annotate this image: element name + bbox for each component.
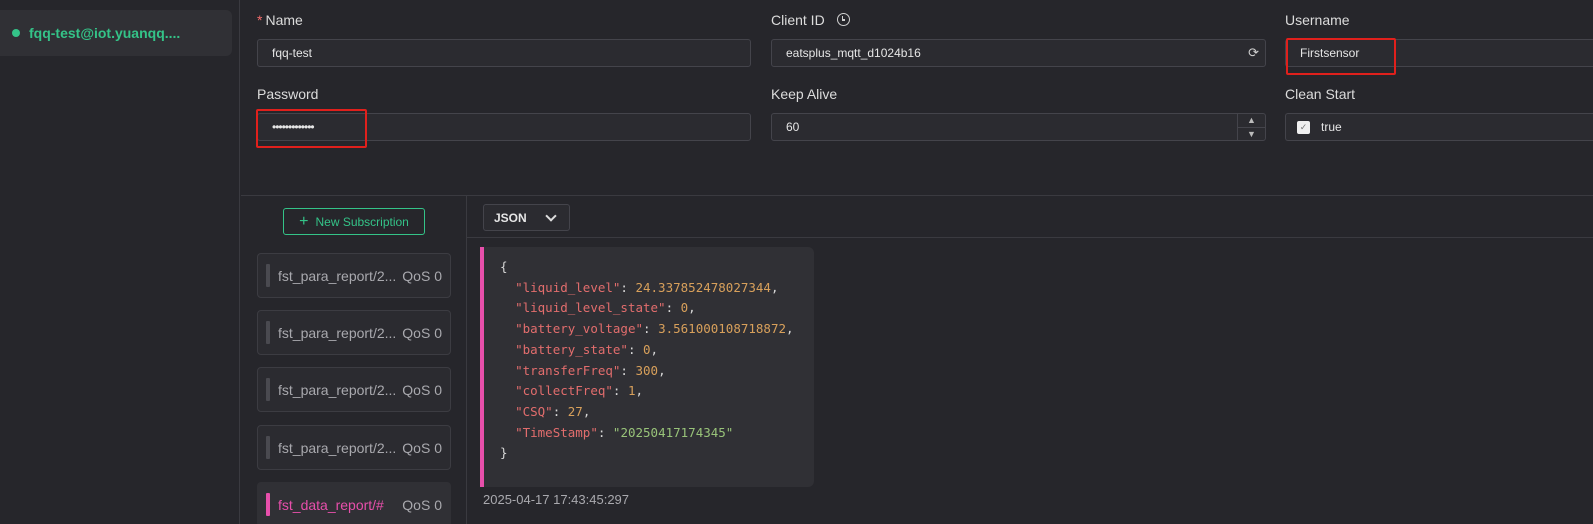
clean-start-checkbox-field[interactable]: ✓ true	[1285, 113, 1593, 141]
connection-item[interactable]: fqq-test@iot.yuanqq....	[0, 10, 232, 56]
subscription-color-bar	[266, 378, 270, 401]
connected-status-dot	[12, 29, 20, 37]
highlight-box-username	[1286, 38, 1396, 75]
connection-form: * Name fqq-test Client ID eatsplus_mqtt_d…	[241, 0, 1593, 194]
chevron-down-icon	[545, 210, 557, 222]
client-id-label: Client ID	[771, 12, 850, 28]
subscription-item[interactable]: fst_para_report/2... QoS 0	[257, 367, 451, 412]
connections-sidebar: fqq-test@iot.yuanqq....	[0, 0, 240, 524]
keep-alive-input[interactable]: 60 ▲ ▼	[771, 113, 1266, 141]
required-asterisk: *	[257, 12, 263, 28]
message-card: { "liquid_level": 24.337852478027344, "l…	[480, 247, 814, 487]
subscription-item[interactable]: fst_para_report/2... QoS 0	[257, 310, 451, 355]
decrement-icon[interactable]: ▼	[1238, 128, 1265, 141]
subscription-qos: QoS 0	[402, 381, 442, 398]
subscription-item-active[interactable]: fst_data_report/# QoS 0	[257, 482, 451, 524]
messages-toolbar: JSON	[467, 196, 1593, 238]
refresh-icon[interactable]: ⟳	[1248, 46, 1259, 60]
client-id-input[interactable]: eatsplus_mqtt_d1024b16 ⟳	[771, 39, 1266, 67]
subscription-qos: QoS 0	[402, 439, 442, 456]
password-label: Password	[257, 86, 319, 102]
subscription-item[interactable]: fst_para_report/2... QoS 0	[257, 253, 451, 298]
new-subscription-button[interactable]: + New Subscription	[283, 208, 425, 235]
keep-alive-stepper: ▲ ▼	[1237, 114, 1265, 140]
name-input[interactable]: fqq-test	[257, 39, 751, 67]
subscription-topic: fst_para_report/2...	[278, 439, 397, 456]
subscription-color-bar	[266, 493, 270, 516]
plus-icon: +	[299, 212, 309, 230]
subscription-color-bar	[266, 436, 270, 459]
clock-icon[interactable]	[836, 13, 850, 26]
subscription-topic: fst_para_report/2...	[278, 324, 397, 341]
subscription-qos: QoS 0	[402, 267, 442, 284]
messages-panel: JSON { "liquid_level": 24.33785247802734…	[467, 195, 1593, 524]
username-label: Username	[1285, 12, 1350, 28]
increment-icon[interactable]: ▲	[1238, 114, 1265, 128]
connection-name: fqq-test@iot.yuanqq....	[29, 25, 181, 41]
subscription-qos: QoS 0	[402, 496, 442, 513]
highlight-box-password	[256, 109, 367, 148]
payload-format-select[interactable]: JSON	[483, 204, 570, 231]
subscriptions-panel: + New Subscription fst_para_report/2... Q…	[241, 195, 467, 524]
clean-start-label: Clean Start	[1285, 86, 1356, 102]
subscription-topic: fst_para_report/2...	[278, 267, 397, 284]
keep-alive-label: Keep Alive	[771, 86, 838, 102]
message-timestamp: 2025-04-17 17:43:45:297	[483, 492, 630, 507]
subscription-item[interactable]: fst_para_report/2... QoS 0	[257, 425, 451, 470]
checkbox-icon[interactable]: ✓	[1297, 120, 1310, 134]
name-label: * Name	[257, 12, 303, 28]
subscription-color-bar	[266, 321, 270, 344]
message-payload: { "liquid_level": 24.337852478027344, "l…	[500, 259, 794, 461]
subscription-topic: fst_data_report/#	[278, 496, 384, 513]
subscription-color-bar	[266, 264, 270, 287]
subscription-topic: fst_para_report/2...	[278, 381, 397, 398]
subscription-qos: QoS 0	[402, 324, 442, 341]
